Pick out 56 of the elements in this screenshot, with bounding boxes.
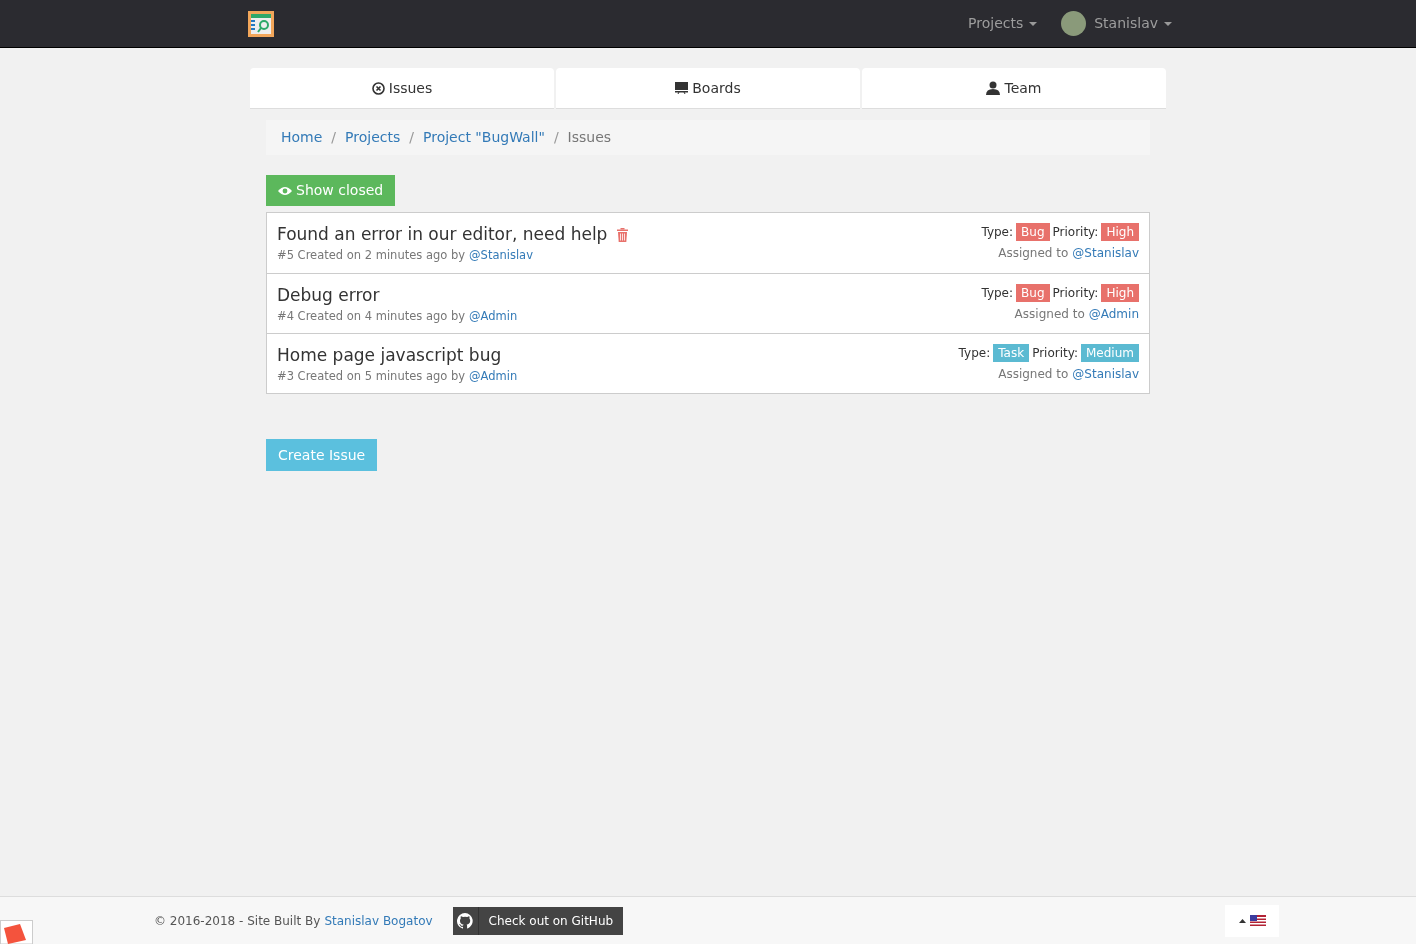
github-icon [457,912,474,929]
breadcrumb-separator: / [409,128,414,147]
assigned-label: Assigned to [998,245,1069,262]
issue-title[interactable]: Found an error in our editor, need help [277,223,608,246]
priority-tag: High [1101,223,1139,241]
breadcrumb-separator: / [331,128,337,147]
breadcrumb-current: Issues [567,128,612,147]
priority-label: Priority: [1032,345,1078,362]
caret-up-icon [1238,918,1246,923]
close-circle-icon [371,81,385,95]
language-selector[interactable] [1225,904,1279,937]
type-label: Type: [981,285,1014,302]
show-closed-button[interactable]: Show closed [266,175,396,206]
breadcrumb-link[interactable]: Home [281,127,323,148]
priority-tag: Medium [1081,344,1139,362]
nav-tab[interactable]: Boards [556,68,860,109]
github-button[interactable]: Check out on GitHub [452,906,624,935]
issue-meta: #5 Created on 2 minutes ago by [277,247,466,264]
author-link[interactable]: @Stanislav [469,247,533,265]
nav-tab[interactable]: Team [862,68,1166,109]
assigned-label: Assigned to [998,366,1069,383]
issue-meta: #3 Created on 5 minutes ago by [277,368,466,385]
caret-down-icon [1164,21,1172,26]
type-label: Type: [958,345,991,362]
author-link[interactable]: @Admin [469,368,518,386]
priority-label: Priority: [1052,285,1099,302]
avatar [1061,11,1087,36]
monitor-icon [675,82,689,94]
type-label: Type: [981,224,1014,241]
trash-icon[interactable] [617,227,629,242]
breadcrumb-separator: / [553,128,559,147]
type-tag: Bug [1016,284,1050,302]
issue-meta: #4 Created on 4 minutes ago by [277,308,466,325]
caret-down-icon [1029,21,1038,26]
assignee-link[interactable]: @Stanislav [1072,244,1139,262]
assignee-link[interactable]: @Stanislav [1072,365,1139,383]
issue-title[interactable]: Debug error [277,284,380,307]
projects-menu[interactable]: Projects [968,13,1038,34]
breadcrumb-link[interactable]: Projects [345,127,401,148]
type-tag: Task [993,344,1030,362]
copyright-text: © 2016-2018 - Site Built By [154,912,321,930]
author-link[interactable]: Stanislav Bogatov [324,911,433,930]
logo-icon[interactable] [248,10,274,37]
user-icon [986,81,1001,95]
flag-icon [1249,915,1266,926]
type-tag: Bug [1016,223,1050,241]
author-link[interactable]: @Admin [469,308,518,326]
nav-tab[interactable]: Issues [250,68,554,109]
priority-label: Priority: [1052,224,1099,241]
assignee-link[interactable]: @Admin [1088,305,1139,323]
priority-tag: High [1101,284,1139,302]
issue-title[interactable]: Home page javascript bug [277,344,502,367]
user-menu[interactable]: Stanislav [1061,11,1172,36]
eye-icon [278,185,292,196]
assigned-label: Assigned to [1014,306,1085,323]
breadcrumb-link[interactable]: Project "BugWall" [423,127,545,148]
